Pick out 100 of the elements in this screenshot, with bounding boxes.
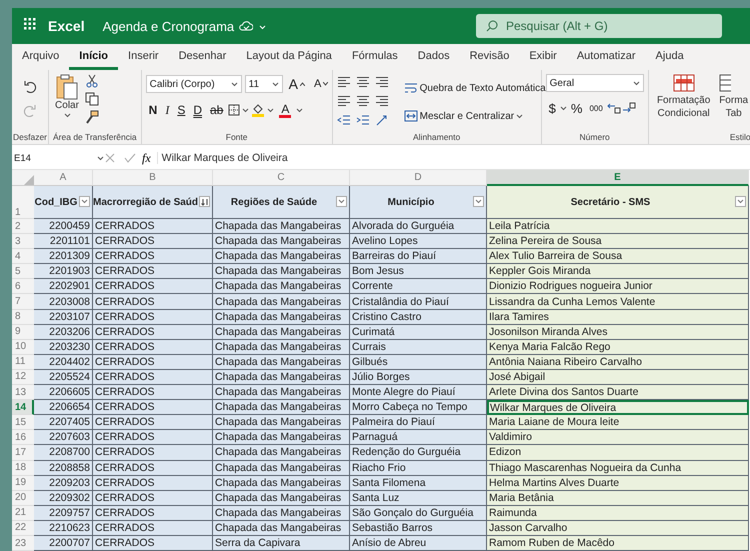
font-style-button[interactable]: S <box>174 100 188 120</box>
column-header[interactable]: D <box>350 170 487 186</box>
menu-tab[interactable]: Inserir <box>118 50 169 70</box>
row-number[interactable]: 20 <box>12 490 34 506</box>
row-number[interactable]: 16 <box>12 430 34 446</box>
caret-icon <box>560 106 567 110</box>
filter-button[interactable] <box>336 196 347 207</box>
number-format-button[interactable]: 000 <box>586 98 606 118</box>
insert-function-button[interactable]: fx <box>142 150 151 166</box>
filter-button[interactable] <box>79 196 90 207</box>
row-number[interactable]: 2 <box>12 219 34 234</box>
row-number[interactable]: 3 <box>12 234 34 250</box>
group-label: Fonte <box>224 132 249 144</box>
table-cell: Palmeira do Piauí <box>350 415 487 430</box>
number-format-dropdown[interactable]: Geral <box>546 74 644 92</box>
menu-tab[interactable]: Dados <box>408 50 460 70</box>
column-header[interactable]: B <box>93 170 213 186</box>
table-cell: 2206605 <box>34 385 93 400</box>
format-table-button[interactable]: Forma Tab <box>716 74 750 120</box>
row-number[interactable]: 10 <box>12 340 34 355</box>
table-cell: CERRADOS <box>93 219 213 234</box>
filter-button[interactable] <box>473 196 484 207</box>
column-header[interactable]: A <box>34 170 93 186</box>
menu-tab[interactable]: Automatizar <box>566 50 646 70</box>
table-cell: Sebastião Barros <box>350 520 487 536</box>
table-cell: CERRADOS <box>93 385 213 400</box>
table-cell: Chapada das Mangabeiras <box>213 219 350 234</box>
menu-tab[interactable]: Ajuda <box>646 50 694 70</box>
table-cell: CERRADOS <box>93 400 213 416</box>
table-cell: Cristino Castro <box>350 310 487 325</box>
row-number[interactable]: 15 <box>12 415 34 430</box>
increase-decimal-icon <box>606 102 621 114</box>
menu-tab[interactable]: Layout da Página <box>236 50 342 70</box>
row-number[interactable]: 9 <box>12 324 34 340</box>
row-number[interactable]: 23 <box>12 536 34 551</box>
sort-icon <box>200 198 208 206</box>
paste-button[interactable]: Colar <box>53 74 81 118</box>
row-number[interactable]: 14 <box>12 400 34 416</box>
table-cell: Alvorada do Gurguéia <box>350 219 487 234</box>
caret-icon <box>338 199 345 204</box>
row-number[interactable]: 1 <box>12 186 34 219</box>
row-number[interactable]: 17 <box>12 445 34 460</box>
table-cell: Júlio Borges <box>350 370 487 386</box>
row-number[interactable]: 6 <box>12 279 34 294</box>
conditional-formatting-button[interactable]: Formatação Condicional <box>652 74 715 120</box>
align-icon <box>336 95 351 107</box>
row-number[interactable]: 18 <box>12 460 34 476</box>
font-style-button[interactable]: ab <box>207 100 226 120</box>
table-cell: Ramom Ruben de Macêdo <box>487 536 749 551</box>
merge-center-button[interactable]: Mesclar e Centralizar <box>400 106 526 126</box>
font-name-dropdown[interactable]: Calibri (Corpo) <box>146 75 242 93</box>
row-number[interactable]: 22 <box>12 520 34 536</box>
number-format-button[interactable]: $ <box>546 98 559 118</box>
font-size-dropdown[interactable]: 11 <box>244 75 283 93</box>
table-cell: 2201101 <box>34 234 93 250</box>
row-number[interactable]: 4 <box>12 249 34 264</box>
align-icon <box>374 95 389 107</box>
table-cell: Corrente <box>350 279 487 294</box>
menu-tab[interactable]: Exibir <box>519 50 567 70</box>
row-number[interactable]: 12 <box>12 370 34 386</box>
table-cell: Zelina Pereira de Sousa <box>487 234 749 250</box>
row-number[interactable]: 11 <box>12 354 34 370</box>
menu-tab[interactable]: Fórmulas <box>342 50 408 70</box>
decrease-font-button[interactable]: A <box>310 74 332 94</box>
clipboard-icon <box>55 74 79 100</box>
font-style-button[interactable]: N <box>146 100 160 120</box>
table-cell: CERRADOS <box>93 415 213 430</box>
sort-filter-button[interactable] <box>199 196 210 207</box>
filter-button[interactable] <box>735 196 746 207</box>
formula-field[interactable]: Wilkar Marques de Oliveira <box>156 152 750 164</box>
table-cell: Bom Jesus <box>350 264 487 280</box>
row-number[interactable]: 8 <box>12 310 34 325</box>
table-cell: Chapada das Mangabeiras <box>213 430 350 446</box>
increase-font-button[interactable]: A <box>286 74 308 94</box>
table-cell: CERRADOS <box>93 354 213 370</box>
table-cell: Chapada das Mangabeiras <box>213 310 350 325</box>
row-number[interactable]: 5 <box>12 264 34 280</box>
menu-tab[interactable]: Arquivo <box>12 50 70 70</box>
table-cell: 2209757 <box>34 506 93 521</box>
table-cell: CERRADOS <box>93 460 213 476</box>
document-title[interactable]: Agenda e Cronograma <box>102 18 234 34</box>
font-style-button[interactable]: D <box>190 100 205 120</box>
row-number[interactable]: 21 <box>12 506 34 521</box>
row-number[interactable]: 19 <box>12 476 34 491</box>
table-cell: Cristalândia do Piauí <box>350 294 487 310</box>
search-field[interactable]: Pesquisar (Alt + G) <box>476 14 722 38</box>
search-icon <box>486 20 498 32</box>
menu-tab[interactable]: Revisão <box>460 50 520 70</box>
column-header[interactable]: E <box>487 170 749 186</box>
merge-cells-icon <box>404 110 418 122</box>
menu-tab[interactable]: Desenhar <box>168 50 236 70</box>
table-cell: 2210623 <box>34 520 93 536</box>
number-format-button[interactable]: % <box>568 98 586 118</box>
row-number[interactable]: 7 <box>12 294 34 310</box>
name-box[interactable]: E14 <box>12 152 104 164</box>
font-style-button[interactable]: I <box>162 100 172 120</box>
font-color-button[interactable]: A <box>276 102 294 118</box>
table-cell: 2203206 <box>34 324 93 340</box>
row-number[interactable]: 13 <box>12 385 34 400</box>
column-header[interactable]: C <box>213 170 350 186</box>
